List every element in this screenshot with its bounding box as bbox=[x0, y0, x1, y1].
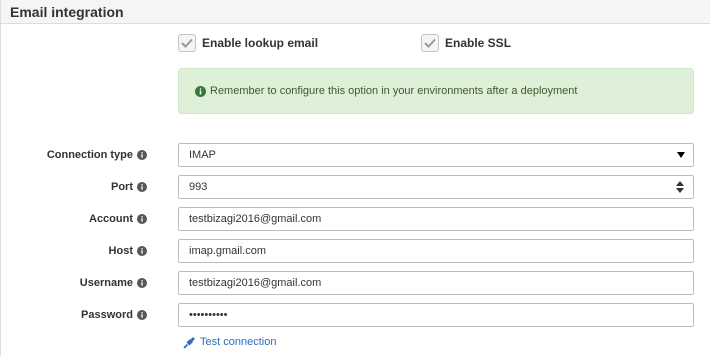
host-value: imap.gmail.com bbox=[189, 245, 267, 257]
username-field[interactable]: testbizagi2016@gmail.com bbox=[178, 271, 694, 295]
deployment-info-alert: Remember to configure this option in you… bbox=[178, 68, 694, 114]
account-label: Account bbox=[89, 207, 147, 231]
checkbox-box[interactable] bbox=[178, 34, 196, 52]
test-connection-label[interactable]: Test connection bbox=[200, 336, 276, 348]
plug-icon bbox=[183, 337, 195, 349]
host-label-text: Host bbox=[108, 245, 133, 257]
port-label: Port bbox=[111, 175, 147, 199]
info-icon[interactable] bbox=[137, 246, 147, 256]
account-label-text: Account bbox=[89, 213, 133, 225]
chevron-down-icon[interactable] bbox=[673, 144, 689, 166]
port-stepper[interactable]: 993 bbox=[178, 175, 694, 199]
info-circle-icon bbox=[195, 85, 206, 97]
info-icon[interactable] bbox=[137, 278, 147, 288]
username-label-text: Username bbox=[79, 277, 133, 289]
checkbox-box[interactable] bbox=[421, 34, 439, 52]
alert-message: Remember to configure this option in you… bbox=[210, 85, 578, 97]
host-label: Host bbox=[109, 239, 147, 263]
info-icon[interactable] bbox=[137, 150, 147, 160]
test-connection-link[interactable]: Test connection bbox=[183, 335, 276, 349]
panel-title: Email integration bbox=[10, 4, 124, 20]
checkmark-icon bbox=[181, 38, 193, 48]
account-field[interactable]: testbizagi2016@gmail.com bbox=[178, 207, 694, 231]
password-value: •••••••••• bbox=[189, 309, 228, 321]
connection-type-label: Connection type bbox=[47, 143, 147, 167]
username-label: Username bbox=[80, 271, 147, 295]
port-value: 993 bbox=[189, 181, 208, 193]
email-integration-panel: Email integration Enable lookup email En… bbox=[0, 0, 710, 356]
port-label-text: Port bbox=[111, 181, 133, 193]
connection-type-value: IMAP bbox=[189, 149, 216, 161]
spinner-arrows-icon[interactable] bbox=[673, 176, 687, 198]
password-field[interactable]: •••••••••• bbox=[178, 303, 694, 327]
info-icon[interactable] bbox=[137, 182, 147, 192]
info-icon[interactable] bbox=[137, 214, 147, 224]
enable-lookup-email-checkbox[interactable]: Enable lookup email bbox=[178, 34, 318, 52]
connection-type-label-text: Connection type bbox=[46, 149, 133, 161]
password-label-text: Password bbox=[81, 309, 133, 321]
panel-header: Email integration bbox=[1, 0, 710, 24]
host-field[interactable]: imap.gmail.com bbox=[178, 239, 694, 263]
checkmark-icon bbox=[424, 38, 436, 48]
password-label: Password bbox=[81, 303, 147, 327]
info-icon[interactable] bbox=[137, 310, 147, 320]
connection-type-select[interactable]: IMAP bbox=[178, 143, 694, 167]
enable-ssl-checkbox[interactable]: Enable SSL bbox=[421, 34, 511, 52]
enable-ssl-label: Enable SSL bbox=[445, 36, 512, 50]
account-value: testbizagi2016@gmail.com bbox=[189, 213, 322, 225]
enable-lookup-email-label: Enable lookup email bbox=[202, 36, 319, 50]
username-value: testbizagi2016@gmail.com bbox=[189, 277, 322, 289]
